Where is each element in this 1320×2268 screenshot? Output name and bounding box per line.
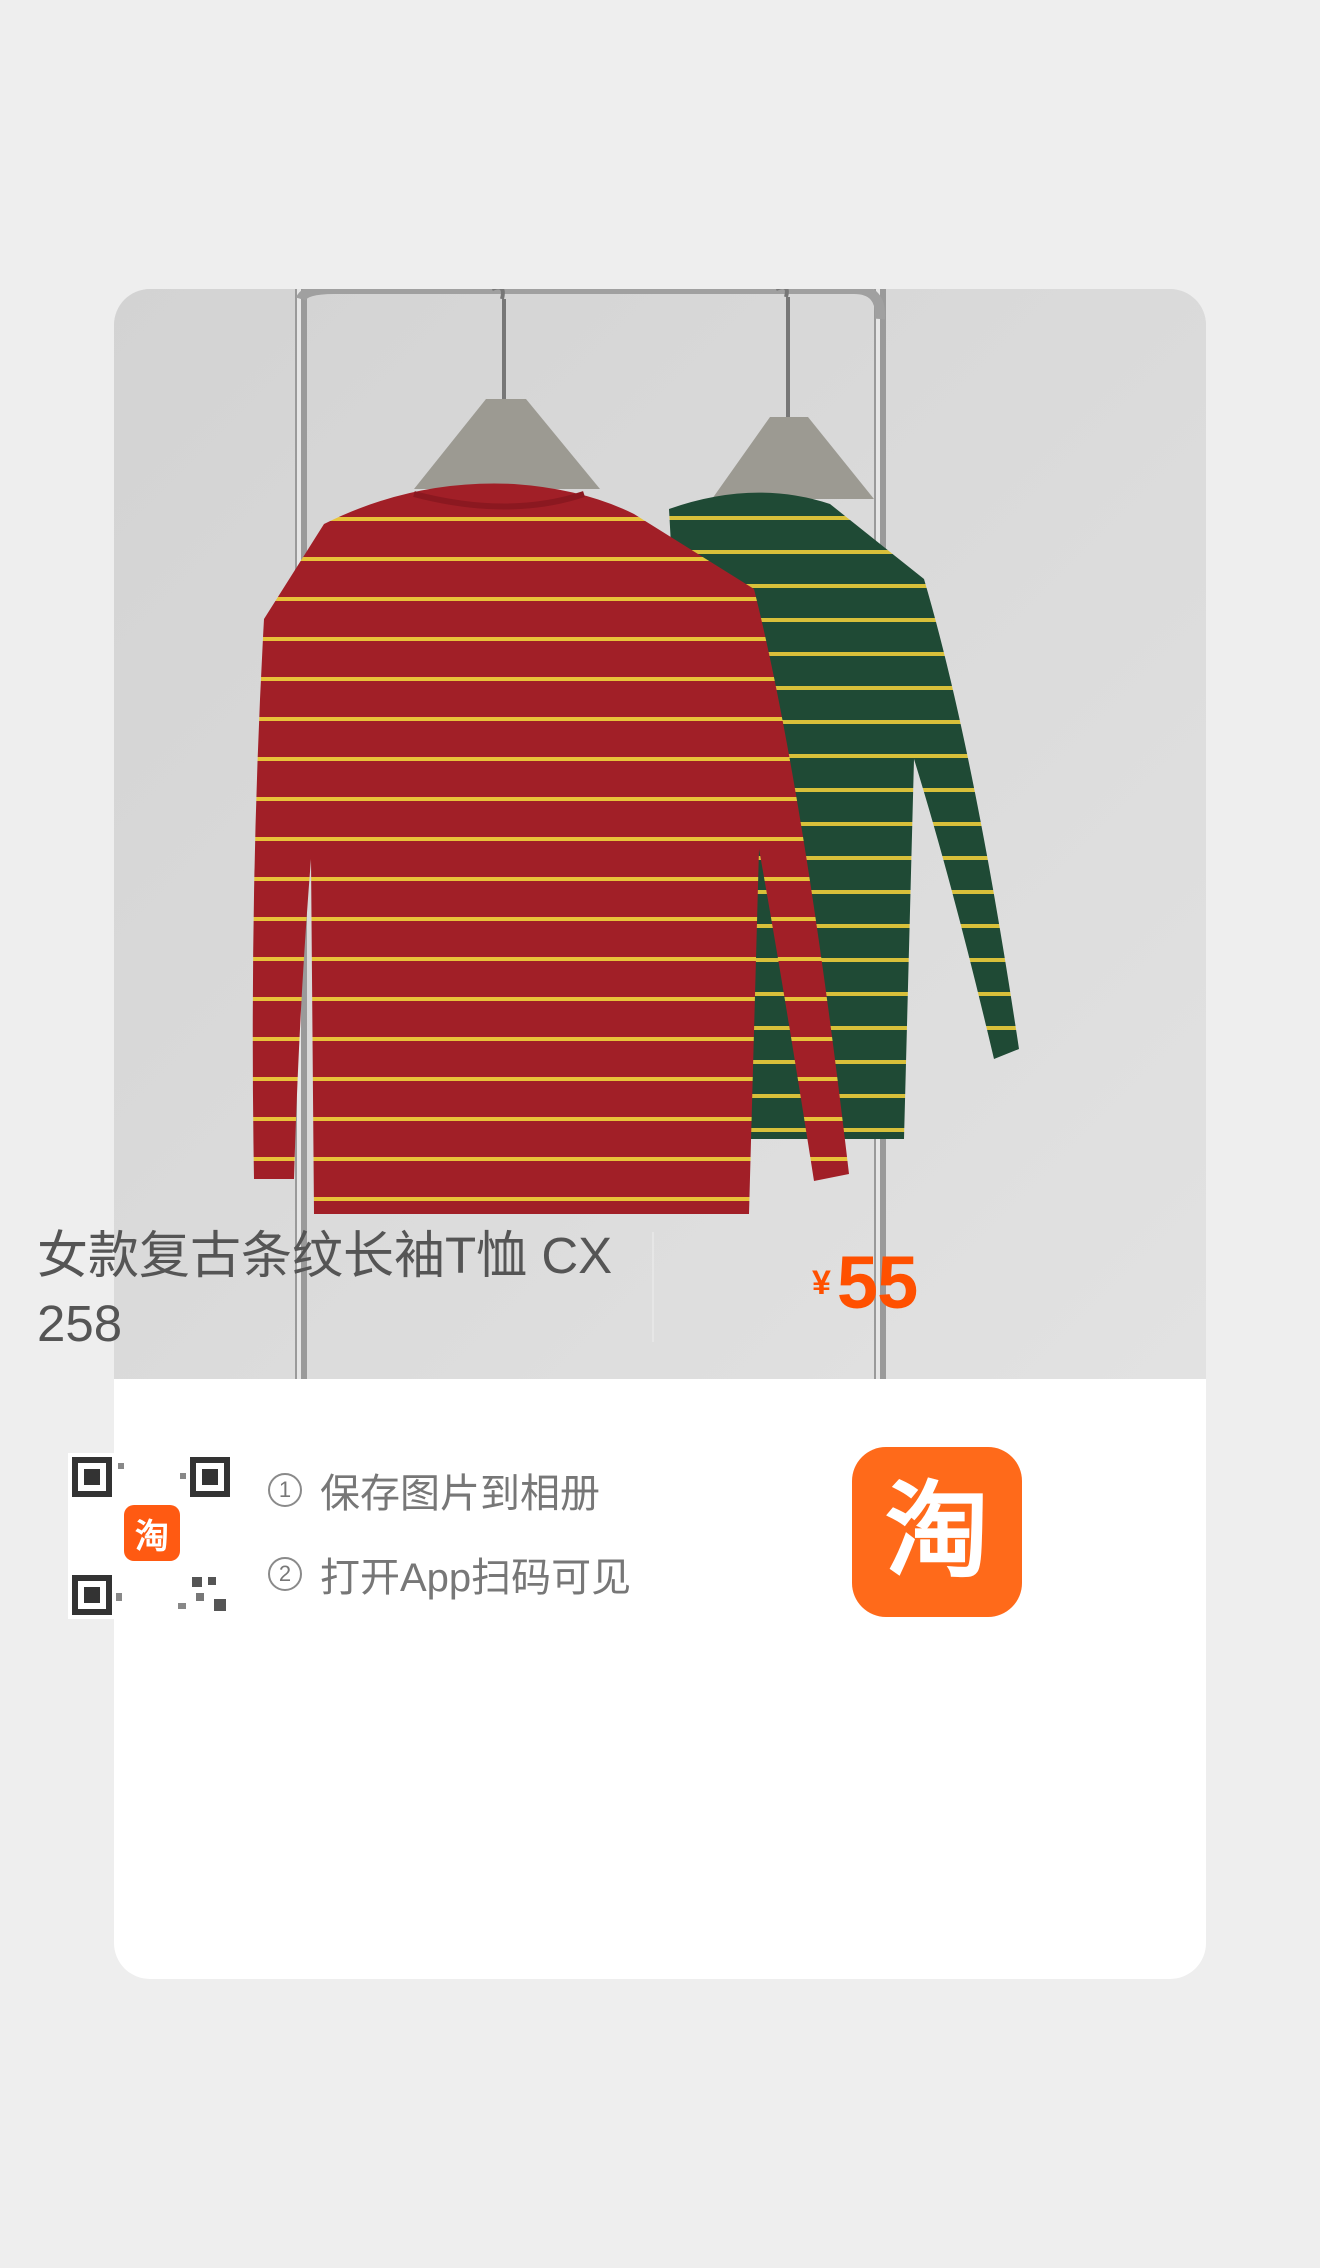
product-share-card xyxy=(114,289,1206,1979)
taobao-logo-icon[interactable]: 淘 xyxy=(852,1447,1022,1617)
price-value: 55 xyxy=(836,1241,918,1324)
step-number: 1 xyxy=(268,1473,302,1507)
share-steps: 1 保存图片到相册 2 打开App扫码可见 xyxy=(268,1460,631,1628)
divider xyxy=(652,1232,654,1342)
step-open-app: 2 打开App扫码可见 xyxy=(268,1544,631,1604)
product-price: ¥55 xyxy=(812,1240,918,1325)
step-text: 保存图片到相册 xyxy=(320,1472,600,1516)
qr-badge: 淘 xyxy=(135,1517,169,1556)
step-save-image: 1 保存图片到相册 xyxy=(268,1460,631,1520)
currency-symbol: ¥ xyxy=(812,1264,831,1302)
product-photo[interactable] xyxy=(114,289,1206,1379)
app-logo-glyph: 淘 xyxy=(884,1474,989,1590)
product-image xyxy=(114,289,1206,1379)
step-text: 打开App扫码可见 xyxy=(320,1556,632,1600)
product-title[interactable]: 女款复古条纹长袖T恤 CX258 xyxy=(37,1222,637,1358)
step-number: 2 xyxy=(268,1557,302,1591)
